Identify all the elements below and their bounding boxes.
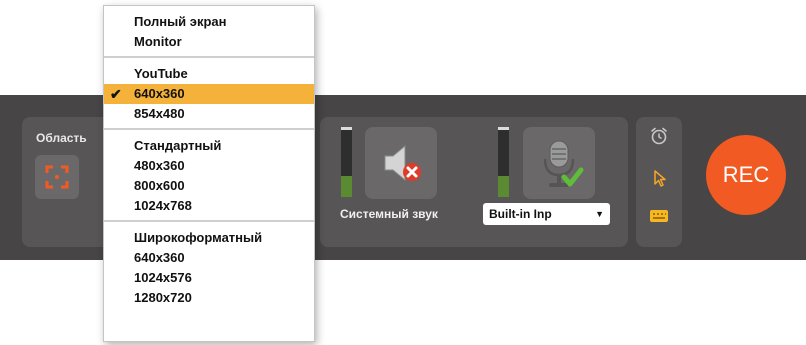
menu-item-label: 640x360	[134, 86, 185, 101]
tools-panel	[636, 117, 682, 247]
microphone-toggle[interactable]	[523, 127, 595, 199]
menu-item[interactable]: ✔ 640x360	[104, 84, 314, 104]
microphone-select[interactable]: Built-in Inp ▼	[483, 203, 610, 225]
microphone-peak	[498, 127, 509, 130]
menu-item-label: 854x480	[134, 106, 185, 121]
menu-item-label: 480x360	[134, 158, 185, 173]
menu-item-label: 1024x768	[134, 198, 192, 213]
menu-item[interactable]: Полный экран	[104, 12, 314, 32]
microphone-select-value: Built-in Inp	[489, 207, 552, 221]
menu-separator	[104, 56, 314, 58]
capture-area-title: Область	[36, 131, 87, 145]
microphone-on-icon	[543, 140, 584, 187]
alarm-clock-icon[interactable]	[648, 125, 670, 147]
dropdown-arrow-icon: ▼	[595, 209, 604, 219]
menu-separator	[104, 128, 314, 130]
system-audio-meter	[341, 127, 352, 197]
menu-item-label: 1280x720	[134, 290, 192, 305]
checkmark-icon: ✔	[110, 86, 122, 102]
audio-panel: Системный звук Built-in Inp ▼	[320, 117, 628, 247]
menu-item-label: Полный экран	[134, 14, 227, 29]
menu-group-header[interactable]: Стандартный	[104, 136, 314, 156]
menu-item[interactable]: 1024x768	[104, 196, 314, 216]
menu-item-label: 800x600	[134, 178, 185, 193]
select-area-button[interactable]	[35, 155, 79, 199]
menu-item[interactable]: 640x360	[104, 248, 314, 268]
menu-item-label: 640x360	[134, 250, 185, 265]
menu-item-label: Стандартный	[134, 138, 222, 153]
menu-separator	[104, 220, 314, 222]
speaker-muted-icon	[384, 144, 421, 182]
menu-group-header[interactable]: YouTube	[104, 64, 314, 84]
resolution-dropdown-menu: Полный экран Monitor YouTube ✔ 640x360 854x48…	[103, 5, 315, 342]
system-audio-peak	[341, 127, 352, 130]
menu-item[interactable]: 800x600	[104, 176, 314, 196]
menu-item[interactable]: 1280x720	[104, 288, 314, 308]
keyboard-icon[interactable]	[648, 205, 670, 227]
microphone-level	[498, 176, 509, 197]
menu-item-label: Широкоформатный	[134, 230, 263, 245]
menu-item[interactable]: Monitor	[104, 32, 314, 52]
record-button[interactable]: REC	[706, 135, 786, 215]
target-frame-icon	[45, 165, 69, 189]
menu-group-header[interactable]: Широкоформатный	[104, 228, 314, 248]
system-audio-label: Системный звук	[340, 207, 438, 221]
microphone-meter	[498, 127, 509, 197]
menu-item[interactable]: 1024x576	[104, 268, 314, 288]
system-audio-toggle[interactable]	[365, 127, 437, 199]
menu-item-label: Monitor	[134, 34, 182, 49]
menu-item-label: 1024x576	[134, 270, 192, 285]
menu-item[interactable]: 854x480	[104, 104, 314, 124]
cursor-icon[interactable]	[648, 167, 670, 189]
menu-item[interactable]: 480x360	[104, 156, 314, 176]
menu-item-label: YouTube	[134, 66, 188, 81]
system-audio-level	[341, 176, 352, 197]
